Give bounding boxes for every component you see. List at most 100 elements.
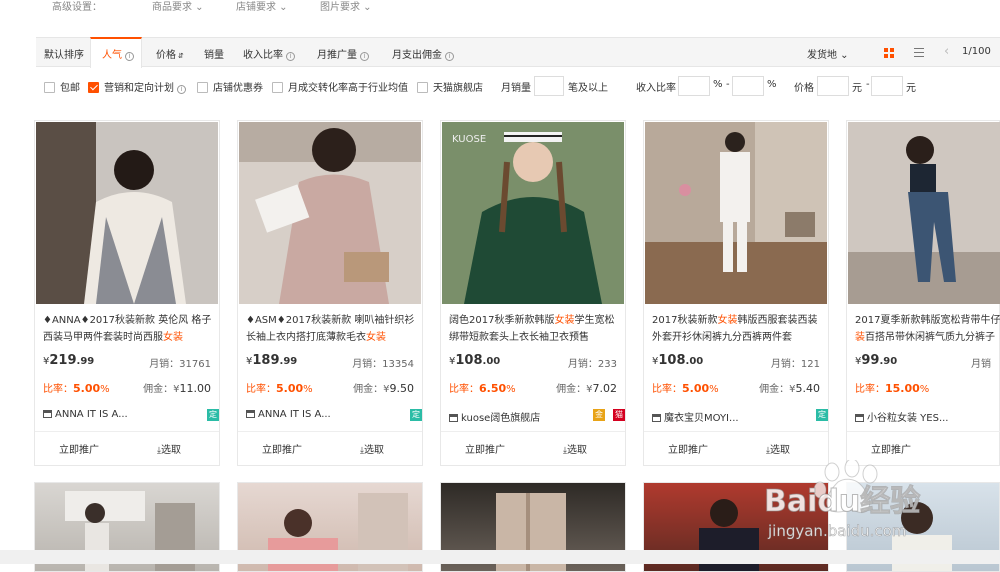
grid-view-icon[interactable]	[884, 48, 894, 58]
promote-now-button[interactable]: 立即推广	[668, 441, 708, 456]
sort-income-ratio[interactable]: 收入比率 i	[243, 46, 295, 61]
sort-arrows-icon: ⇵	[178, 52, 184, 60]
shop-badge-icon: 定	[207, 409, 219, 421]
product-price: ¥99.90	[855, 353, 898, 368]
price-min-input[interactable]	[817, 76, 849, 96]
list-view-icon[interactable]	[914, 48, 924, 57]
sort-popularity[interactable]: 人气 i	[102, 46, 134, 61]
chevron-down-icon: ⌄	[360, 2, 372, 13]
info-icon: i	[286, 52, 295, 61]
watermark-brand: Baidu经验	[763, 484, 921, 520]
percent-sign: %	[713, 79, 723, 90]
select-button[interactable]: ⤓选取	[766, 441, 790, 456]
prev-page-icon[interactable]: ‹	[944, 44, 949, 59]
product-title[interactable]: ♦ANNA♦2017秋装新款 英伦风 格子西装马甲两件套装时尚西服女装	[43, 312, 215, 346]
shop-icon	[43, 410, 52, 418]
promote-now-button[interactable]: 立即推广	[262, 441, 302, 456]
select-button[interactable]: ⤓选取	[563, 441, 587, 456]
shop-icon	[246, 410, 255, 418]
sort-price[interactable]: 价格 ⇵	[156, 46, 184, 61]
commission-amount: 佣金：¥5.40	[759, 382, 820, 395]
filter-bar: 包邮 营销和定向计划 i 店铺优惠券 月成交转化率高于行业均值 天猫旗舰店 月销量…	[36, 71, 1000, 99]
product-card[interactable]: KUOSE 阔色2017秋季新款韩版女装学生宽松绑带短款套头上衣长袖卫衣预售 ¥10…	[440, 120, 626, 466]
sort-sales[interactable]: 销量	[204, 46, 224, 61]
product-requirements-dropdown[interactable]: 商品要求 ⌄	[152, 0, 204, 13]
product-price: ¥108.00	[449, 353, 501, 368]
promote-now-button[interactable]: 立即推广	[465, 441, 505, 456]
shop-name[interactable]: kuose阔色旗舰店	[449, 409, 540, 424]
range-dash: -	[866, 79, 870, 90]
commission-rate: 比率：5.00%	[652, 382, 719, 395]
product-title[interactable]: 2017夏季新款韩版宽松背带牛仔裤女装百搭吊带休闲裤气质九分裤子	[855, 312, 1000, 346]
product-title[interactable]: ♦ASM♦2017秋装新款 喇叭袖针织衫长袖上衣内搭打底薄款毛衣女装	[246, 312, 418, 346]
conversion-rate-checkbox[interactable]: 月成交转化率高于行业均值	[272, 79, 408, 94]
product-card[interactable]: 2017秋装新款女装韩版西服套装西装外套开衫休闲裤九分西裤两件套 ¥108.00 月…	[643, 120, 829, 466]
monthly-sales-input[interactable]	[534, 76, 564, 96]
chevron-down-icon: ⌄	[276, 2, 288, 13]
chevron-down-icon: ⌄	[192, 2, 204, 13]
product-image[interactable]: KUOSE	[442, 122, 624, 304]
watermark-url: jingyan.baidu.com	[768, 522, 907, 541]
chevron-down-icon: ⌄	[837, 50, 849, 61]
commission-amount: 佣金：¥7.02	[556, 382, 617, 395]
commission-amount: 佣金：¥9.50	[353, 382, 414, 395]
promote-now-button[interactable]: 立即推广	[59, 441, 99, 456]
divider	[35, 431, 219, 432]
shop-badge-icon: 金	[593, 409, 605, 421]
product-card[interactable]: ♦ASM♦2017秋装新款 喇叭袖针织衫长袖上衣内搭打底薄款毛衣女装 ¥189.9…	[237, 120, 423, 466]
shop-icon	[449, 414, 458, 422]
shop-name[interactable]: 魔衣宝贝MOYI...	[652, 409, 739, 424]
shop-name[interactable]: ANNA IT IS A...	[43, 409, 128, 420]
tmall-flagship-checkbox[interactable]: 天猫旗舰店	[417, 79, 483, 94]
image-requirements-dropdown[interactable]: 图片要求 ⌄	[320, 0, 372, 13]
sort-bar: 默认排序 人气 i 价格 ⇵ 销量 收入比率 i 月推广量 i 月支出佣金 i 发货地 ⌄…	[36, 37, 1000, 68]
product-title[interactable]: 阔色2017秋季新款韩版女装学生宽松绑带短款套头上衣长袖卫衣预售	[449, 312, 621, 346]
divider	[644, 431, 828, 432]
monthly-sales: 月销：121	[770, 359, 820, 370]
info-icon: i	[177, 85, 186, 94]
divider	[441, 431, 625, 432]
shop-icon	[855, 414, 864, 422]
product-image[interactable]	[645, 122, 827, 304]
horizontal-scrollbar[interactable]	[0, 550, 1000, 564]
ship-from-dropdown[interactable]: 发货地 ⌄	[807, 46, 849, 61]
info-icon: i	[445, 52, 454, 61]
commission-rate: 比率：15.00%	[855, 382, 930, 395]
sort-monthly-commission[interactable]: 月支出佣金 i	[392, 46, 454, 61]
monthly-sales: 月销：233	[567, 359, 617, 370]
divider	[238, 431, 422, 432]
commission-rate: 比率：5.00%	[43, 382, 110, 395]
select-button[interactable]: ⤓选取	[157, 441, 181, 456]
product-title[interactable]: 2017秋装新款女装韩版西服套装西装外套开衫休闲裤九分西裤两件套	[652, 312, 824, 346]
sort-default[interactable]: 默认排序	[44, 46, 84, 61]
sort-monthly-promotion[interactable]: 月推广量 i	[317, 46, 369, 61]
select-button[interactable]: ⤓选取	[360, 441, 384, 456]
range-dash: -	[726, 79, 730, 90]
free-shipping-checkbox[interactable]: 包邮	[44, 79, 80, 94]
kuose-logo: KUOSE	[452, 134, 486, 145]
promote-now-button[interactable]: 立即推广	[871, 441, 911, 456]
product-card[interactable]: ♦ANNA♦2017秋装新款 英伦风 格子西装马甲两件套装时尚西服女装 ¥219.…	[34, 120, 220, 466]
monthly-sales-label: 月销量	[501, 83, 531, 94]
monthly-sales: 月销	[971, 359, 991, 370]
price-label: 价格	[794, 83, 814, 94]
product-card[interactable]: 2017夏季新款韩版宽松背带牛仔裤女装百搭吊带休闲裤气质九分裤子 ¥99.90 月销…	[846, 120, 1000, 466]
info-icon: i	[360, 52, 369, 61]
product-image[interactable]	[239, 122, 421, 304]
shop-name[interactable]: 小谷粒女装 YES...	[855, 409, 949, 424]
marketing-plan-checkbox[interactable]: 营销和定向计划 i	[88, 79, 186, 94]
income-ratio-min-input[interactable]	[678, 76, 710, 96]
price-max-input[interactable]	[871, 76, 903, 96]
shop-name[interactable]: ANNA IT IS A...	[246, 409, 331, 420]
shop-icon	[652, 414, 661, 422]
shop-coupon-checkbox[interactable]: 店铺优惠券	[197, 79, 263, 94]
commission-rate: 比率：6.50%	[449, 382, 516, 395]
shop-requirements-dropdown[interactable]: 店铺要求 ⌄	[236, 0, 288, 13]
baidu-watermark: Baidu经验 jingyan.baidu.com	[760, 458, 1000, 564]
product-price: ¥189.99	[246, 353, 298, 368]
advanced-filter-row: 高级设置： 商品要求 ⌄ 店铺要求 ⌄ 图片要求 ⌄	[36, 0, 1000, 14]
product-image[interactable]	[848, 122, 1000, 304]
product-image[interactable]	[36, 122, 218, 304]
income-ratio-max-input[interactable]	[732, 76, 764, 96]
monthly-sales: 月销：13354	[352, 359, 414, 370]
